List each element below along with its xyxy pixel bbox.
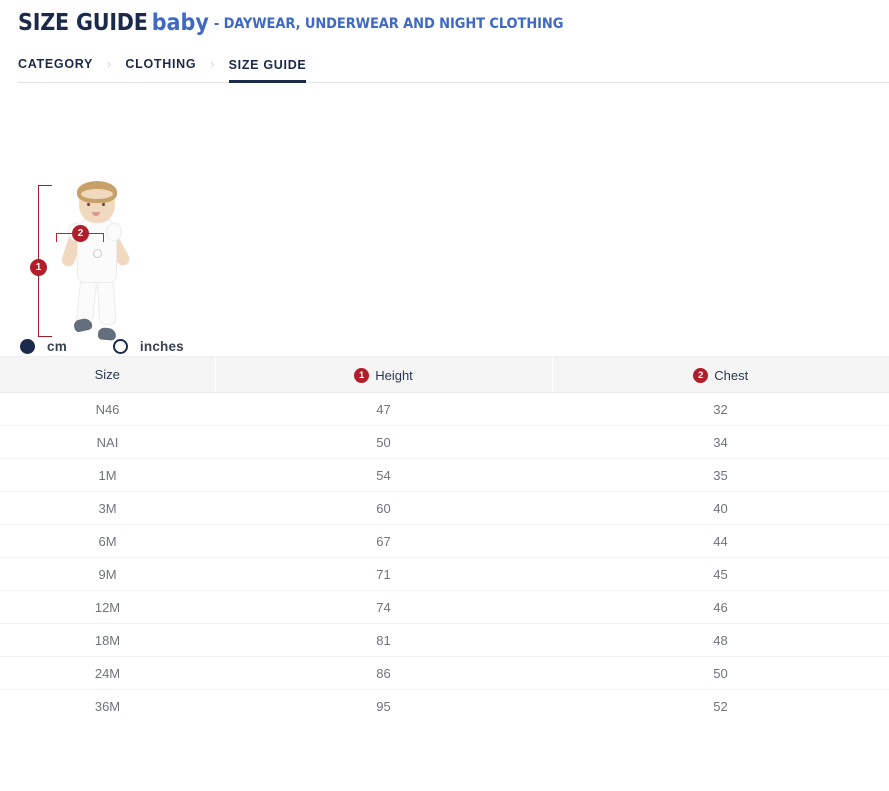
- page-header: SIZE GUIDEbaby - DAYWEAR, UNDERWEAR AND N…: [0, 0, 889, 35]
- baby-sleeve-right: [106, 223, 122, 241]
- table-row: 18M 81 48: [0, 624, 889, 657]
- cell-size: N46: [0, 393, 215, 426]
- cell-height: 74: [215, 591, 552, 624]
- cell-chest: 46: [552, 591, 889, 624]
- cell-chest: 52: [552, 690, 889, 723]
- column-header-size: Size: [0, 357, 215, 393]
- cell-size: NAI: [0, 426, 215, 459]
- baby-leg-right: [96, 276, 116, 325]
- cell-height: 54: [215, 459, 552, 492]
- cell-size: 24M: [0, 657, 215, 690]
- unit-option-cm[interactable]: cm: [20, 339, 67, 354]
- page-title: SIZE GUIDEbaby - DAYWEAR, UNDERWEAR AND N…: [18, 12, 889, 35]
- cell-height: 50: [215, 426, 552, 459]
- cell-height: 81: [215, 624, 552, 657]
- radio-cm[interactable]: [20, 339, 35, 354]
- cell-chest: 34: [552, 426, 889, 459]
- cell-size: 12M: [0, 591, 215, 624]
- baby-eye-left: [87, 203, 90, 206]
- chevron-right-icon: ›: [93, 56, 125, 82]
- height-marker-badge: 1: [30, 259, 47, 276]
- table-header-row: Size 1 Height 2 Chest: [0, 357, 889, 393]
- unit-label-cm: cm: [47, 339, 67, 354]
- page-title-highlight: baby: [152, 10, 209, 36]
- measurement-figure-area: 1 2 cm inches: [0, 91, 889, 356]
- column-header-height: 1 Height: [215, 357, 552, 393]
- baby-hair: [77, 181, 117, 203]
- table-row: 24M 86 50: [0, 657, 889, 690]
- baby-eye-right: [102, 203, 105, 206]
- cell-size: 1M: [0, 459, 215, 492]
- cell-size: 9M: [0, 558, 215, 591]
- column-header-height-label: Height: [375, 368, 413, 383]
- cell-height: 67: [215, 525, 552, 558]
- table-row: 36M 95 52: [0, 690, 889, 723]
- breadcrumb: CATEGORY › CLOTHING › SIZE GUIDE: [18, 51, 889, 83]
- cell-height: 86: [215, 657, 552, 690]
- baby-shoe-right: [98, 327, 117, 340]
- cell-size: 3M: [0, 492, 215, 525]
- size-guide-table: Size 1 Height 2 Chest N46 47 32: [0, 356, 889, 723]
- breadcrumb-item-clothing[interactable]: CLOTHING: [125, 57, 196, 82]
- baby-romper-button: [93, 249, 102, 258]
- cell-chest: 44: [552, 525, 889, 558]
- cell-chest: 50: [552, 657, 889, 690]
- table-header: Size 1 Height 2 Chest: [0, 357, 889, 393]
- height-badge-icon: 1: [354, 368, 369, 383]
- unit-option-inches[interactable]: inches: [113, 339, 184, 354]
- cell-size: 36M: [0, 690, 215, 723]
- cell-size: 6M: [0, 525, 215, 558]
- table-row: 1M 54 35: [0, 459, 889, 492]
- cell-chest: 48: [552, 624, 889, 657]
- chest-badge-icon: 2: [693, 368, 708, 383]
- table-row: N46 47 32: [0, 393, 889, 426]
- table-row: NAI 50 34: [0, 426, 889, 459]
- table-row: 12M 74 46: [0, 591, 889, 624]
- table-body: N46 47 32 NAI 50 34 1M 54 35 3M 60 40 6M…: [0, 393, 889, 723]
- cell-chest: 32: [552, 393, 889, 426]
- table-row: 9M 71 45: [0, 558, 889, 591]
- unit-selector: cm inches: [20, 339, 184, 354]
- chest-marker-badge: 2: [72, 225, 89, 242]
- unit-label-inches: inches: [140, 339, 184, 354]
- cell-height: 60: [215, 492, 552, 525]
- page-title-main: SIZE GUIDE: [18, 10, 148, 36]
- breadcrumb-item-category[interactable]: CATEGORY: [18, 57, 93, 82]
- radio-inches[interactable]: [113, 339, 128, 354]
- baby-figure: 1 2: [28, 183, 148, 343]
- cell-chest: 45: [552, 558, 889, 591]
- column-header-size-label: Size: [95, 367, 120, 382]
- cell-height: 47: [215, 393, 552, 426]
- column-header-chest-label: Chest: [714, 368, 748, 383]
- cell-chest: 35: [552, 459, 889, 492]
- cell-size: 18M: [0, 624, 215, 657]
- table-row: 3M 60 40: [0, 492, 889, 525]
- table-row: 6M 67 44: [0, 525, 889, 558]
- cell-chest: 40: [552, 492, 889, 525]
- page-title-tagline: - DAYWEAR, UNDERWEAR AND NIGHT CLOTHING: [214, 16, 564, 32]
- column-header-chest: 2 Chest: [552, 357, 889, 393]
- cell-height: 71: [215, 558, 552, 591]
- cell-height: 95: [215, 690, 552, 723]
- baby-illustration: [54, 183, 134, 341]
- breadcrumb-item-size-guide[interactable]: SIZE GUIDE: [229, 58, 307, 83]
- chevron-right-icon: ›: [196, 56, 228, 82]
